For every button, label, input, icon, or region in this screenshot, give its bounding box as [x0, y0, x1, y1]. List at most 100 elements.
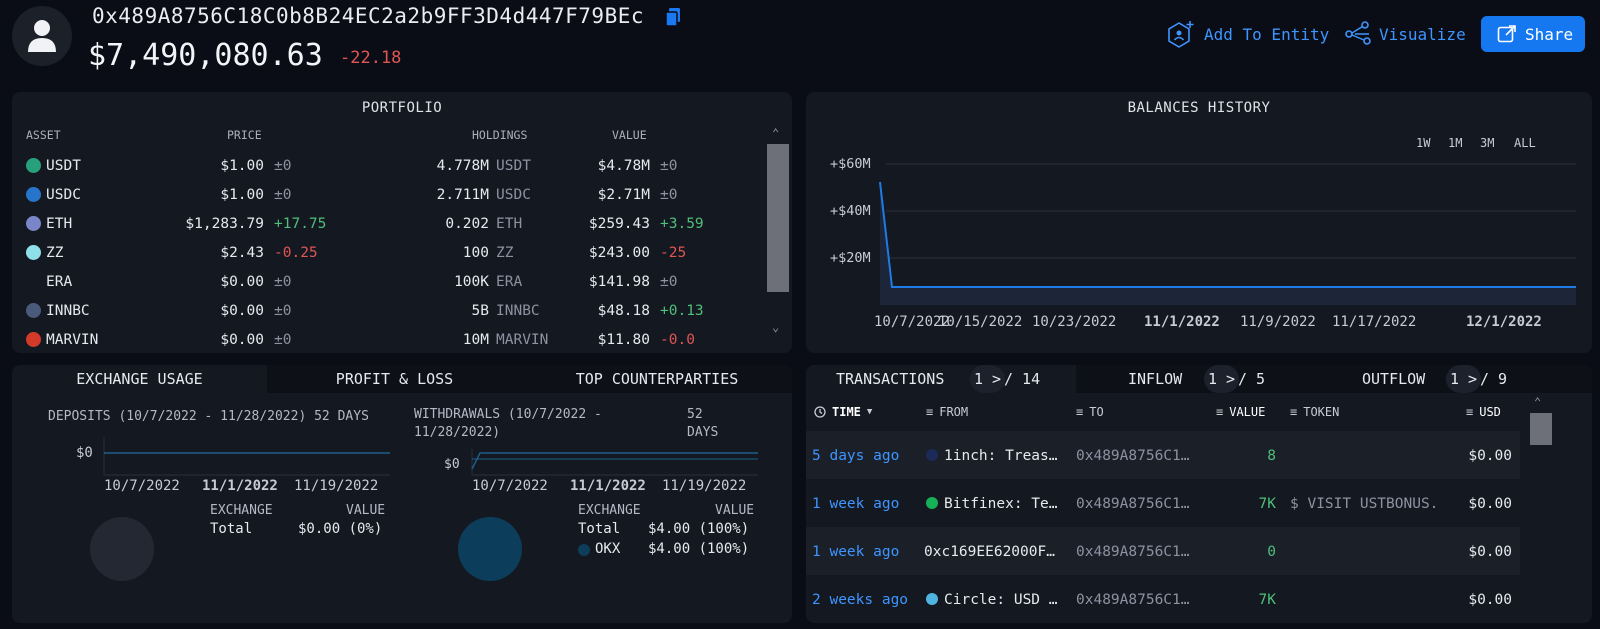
tx-row[interactable]: 1 week ago 0xc169EE62000F… 0x489A8756C1……: [806, 527, 1520, 575]
asset-symbol: ZZ: [46, 245, 64, 261]
user-icon: [28, 20, 56, 52]
tx-to[interactable]: 0x489A8756C1…: [1076, 592, 1190, 608]
withdrawals-total-value: $4.00 (100%): [648, 521, 750, 537]
tx-value: 7K: [1258, 592, 1276, 608]
usdc-icon: [26, 187, 41, 202]
tx-from[interactable]: Circle: USD …: [944, 592, 1058, 608]
asset-value: $11.80: [597, 332, 650, 348]
asset-symbol: ETH: [46, 216, 73, 232]
bitfinex-icon: [926, 497, 938, 509]
tab-profit-loss[interactable]: PROFIT & LOSS: [267, 365, 522, 393]
portfolio-scrollbar[interactable]: [767, 144, 789, 292]
marvin-icon: [26, 332, 41, 347]
asset-price: $1.00: [220, 158, 264, 174]
tx-time-link[interactable]: 2 weeks ago: [812, 592, 908, 608]
graph-icon: [1345, 21, 1371, 45]
tx-from[interactable]: 0xc169EE62000F…: [924, 544, 1055, 560]
holdings-unit: MARVIN: [496, 332, 549, 348]
okx-value: $4.00 (100%): [648, 541, 750, 557]
share-button[interactable]: Share: [1481, 16, 1585, 52]
tx-from[interactable]: Bitfinex: Te…: [944, 496, 1058, 512]
zz-icon: [26, 245, 41, 260]
scroll-up-icon[interactable]: ⌃: [1534, 395, 1541, 409]
add-to-entity-label: Add To Entity: [1204, 24, 1330, 44]
portfolio-row[interactable]: INNBC $0.00 ±0 5B INNBC $48.18 +0.13: [12, 303, 772, 333]
withdrawals-total-label: Total: [578, 521, 621, 537]
col-usd[interactable]: ≡ USD: [1466, 405, 1501, 419]
copy-icon[interactable]: [665, 7, 681, 31]
tx-scrollbar[interactable]: [1530, 413, 1552, 445]
filter-icon: ≡: [1290, 405, 1298, 419]
oneinch-icon: [926, 449, 938, 461]
portfolio-row[interactable]: ETH $1,283.79 +17.75 0.202 ETH $259.43 +…: [12, 216, 772, 246]
col-price: PRICE: [227, 128, 262, 142]
portfolio-row[interactable]: MARVIN $0.00 ±0 10M MARVIN $11.80 -0.0: [12, 332, 772, 353]
portfolio-row[interactable]: ERA $0.00 ±0 100K ERA $141.98 ±0: [12, 274, 772, 304]
tab-outflow[interactable]: OUTFLOW 1 > / 9: [1326, 365, 1592, 393]
scroll-up-icon[interactable]: ⌃: [772, 126, 779, 140]
eth-icon: [26, 216, 41, 231]
deposits-total-value: $0.00 (0%): [298, 521, 383, 537]
tx-time-link[interactable]: 5 days ago: [812, 448, 899, 464]
tx-usd: $0.00: [1468, 448, 1512, 464]
portfolio-row[interactable]: USDC $1.00 ±0 2.711M USDC $2.71M ±0: [12, 187, 772, 217]
tx-token[interactable]: $ VISIT USTBONUS.: [1290, 496, 1438, 512]
tx-time-link[interactable]: 1 week ago: [812, 496, 899, 512]
portfolio-row[interactable]: USDT $1.00 ±0 4.778M USDT $4.78M ±0: [12, 158, 772, 188]
portfolio-title: PORTFOLIO: [361, 100, 443, 116]
outflow-page[interactable]: 1 >: [1446, 365, 1482, 393]
deposits-total-label: Total: [210, 521, 253, 537]
tab-exchange-usage[interactable]: EXCHANGE USAGE: [12, 365, 267, 393]
holdings-amount: 2.711M: [436, 187, 489, 203]
tab-top-counterparties[interactable]: TOP COUNTERPARTIES: [522, 365, 792, 393]
wallet-address: 0x489A8756C18C0b8B24EC2a2b9FF3D4d447F79B…: [92, 4, 645, 28]
col-from[interactable]: ≡ FROM: [926, 405, 968, 419]
withdrawals-label: WITHDRAWALS (10/7/2022 -: [414, 407, 602, 422]
col-holdings: HOLDINGS: [472, 128, 528, 142]
circle-icon: [926, 593, 938, 605]
tx-value: 7K: [1258, 496, 1276, 512]
tx-from[interactable]: 1inch: Treas…: [944, 448, 1058, 464]
col-from-label: FROM: [939, 405, 969, 419]
inflow-page[interactable]: 1 >: [1204, 365, 1240, 393]
tx-row[interactable]: 5 days ago 1inch: Treas… 0x489A8756C1… 8…: [806, 431, 1520, 479]
asset-price: $0.00: [220, 274, 264, 290]
tx-to[interactable]: 0x489A8756C1…: [1076, 448, 1190, 464]
col-to[interactable]: ≡ TO: [1076, 405, 1104, 419]
tx-to[interactable]: 0x489A8756C1…: [1076, 544, 1190, 560]
asset-symbol: ERA: [46, 274, 73, 290]
col-token[interactable]: ≡ TOKEN: [1290, 405, 1339, 419]
add-to-entity-button[interactable]: Add To Entity: [1166, 16, 1329, 52]
okx-label: OKX: [595, 541, 621, 557]
x-tick: 10/23/2022: [1032, 314, 1117, 330]
tx-page[interactable]: 1 >: [970, 365, 1006, 393]
price-change: ±0: [274, 158, 292, 174]
tab-outflow-label: OUTFLOW: [1362, 370, 1426, 388]
visualize-label: Visualize: [1379, 24, 1466, 44]
asset-value: $48.18: [597, 303, 650, 319]
col-value[interactable]: ≡ VALUE: [1216, 405, 1265, 419]
innbc-icon: [26, 303, 41, 318]
scroll-down-icon[interactable]: ⌄: [772, 320, 779, 334]
filter-icon: ≡: [1076, 405, 1084, 419]
tab-inflow[interactable]: INFLOW 1 > / 5: [1076, 365, 1326, 393]
exchange-tabbar: EXCHANGE USAGE PROFIT & LOSS TOP COUNTER…: [12, 365, 792, 393]
total-balance: $7,490,080.63: [88, 38, 323, 73]
filter-icon: ≡: [1216, 405, 1224, 419]
tab-transactions[interactable]: TRANSACTIONS 1 > / 14: [806, 365, 1076, 393]
col-usd-label: USD: [1479, 405, 1501, 419]
tx-row[interactable]: 1 week ago Bitfinex: Te… 0x489A8756C1… 7…: [806, 479, 1520, 527]
portfolio-row[interactable]: ZZ $2.43 -0.25 100 ZZ $243.00 -25: [12, 245, 772, 275]
tx-time-link[interactable]: 1 week ago: [812, 544, 899, 560]
y-tick: +$40M: [830, 203, 871, 219]
col-time[interactable]: TIME ▼: [814, 405, 872, 419]
tx-to[interactable]: 0x489A8756C1…: [1076, 496, 1190, 512]
withdrawals-col-exchange: EXCHANGE: [578, 503, 641, 518]
tx-row[interactable]: 2 weeks ago Circle: USD … 0x489A8756C1… …: [806, 575, 1520, 623]
visualize-button[interactable]: Visualize: [1345, 16, 1466, 52]
withdrawals-days-2: DAYS: [687, 425, 719, 440]
x-tick: 11/1/2022: [1144, 314, 1220, 330]
tx-page-num: 1: [974, 370, 984, 388]
tx-usd: $0.00: [1468, 592, 1512, 608]
holdings-amount: 10M: [462, 332, 489, 348]
